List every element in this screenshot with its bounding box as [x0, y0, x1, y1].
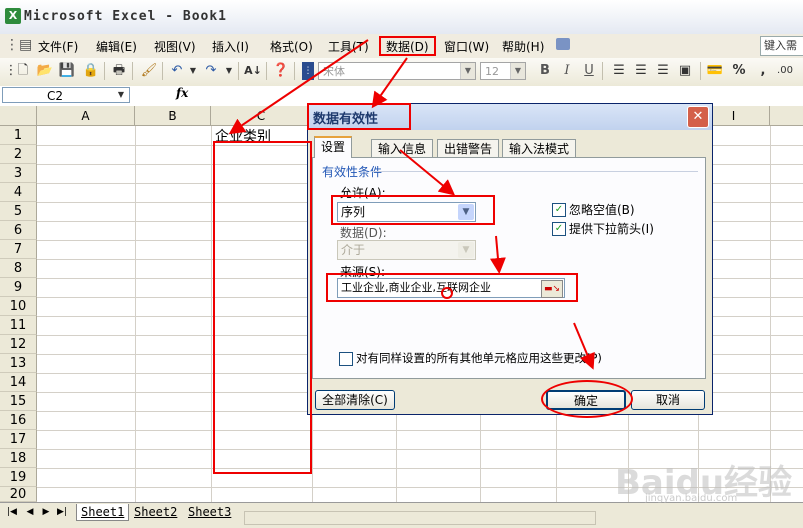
baidu-watermark-url: jingyan.baidu.com — [645, 493, 738, 504]
annotation-arrow — [371, 57, 408, 109]
annotation-arrow — [399, 149, 456, 196]
annotation-arrow — [573, 322, 595, 370]
annotation-arrow — [489, 235, 506, 274]
annotation-arrow — [228, 39, 369, 135]
annotation-arrows — [228, 39, 595, 370]
